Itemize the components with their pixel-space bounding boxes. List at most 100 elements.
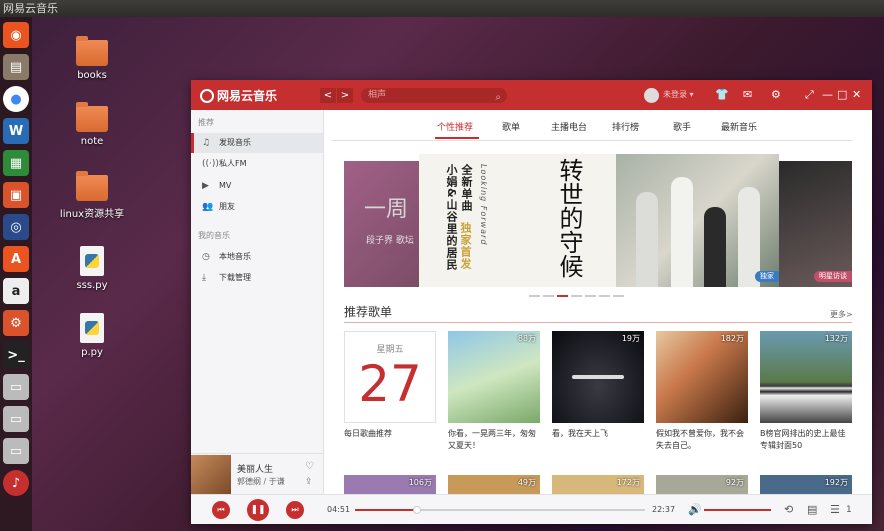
network-icon[interactable]: ◎ — [3, 214, 29, 240]
progress-knob[interactable] — [413, 506, 422, 514]
settings-icon[interactable]: ⚙ — [3, 310, 29, 336]
tab-radio[interactable]: 主播电台 — [551, 120, 587, 133]
playlist-card[interactable]: 19万 看，我在天上飞 — [552, 331, 644, 440]
login-button[interactable]: 未登录 ▾ — [663, 89, 694, 100]
playlist-card-daily[interactable]: 星期五 27 每日歌曲推荐 — [344, 331, 436, 440]
netease-logo-icon — [200, 88, 214, 103]
active-app-title: 网易云音乐 — [3, 2, 58, 15]
minimize-icon[interactable]: — — [822, 88, 833, 101]
impress-icon[interactable]: ▣ — [3, 182, 29, 208]
netease-music-window: 网易云音乐 < > 相声 ⌕ 未登录 ▾ 👕 ✉ ⚙ ⤢ — □ ✕ 推荐 ♫ 发现… — [191, 80, 872, 524]
volume-icon[interactable]: 🔊 — [688, 503, 702, 516]
python-file-icon — [80, 313, 104, 343]
terminal-icon[interactable]: >_ — [3, 342, 29, 368]
mini-mode-icon[interactable]: ⤢ — [805, 88, 814, 102]
tab-artists[interactable]: 歌手 — [673, 120, 691, 133]
skin-icon[interactable]: 👕 — [715, 88, 729, 101]
sidebar-item-friends[interactable]: 👥 朋友 — [191, 197, 323, 217]
drive-icon[interactable]: ▭ — [3, 406, 29, 432]
chrome-icon[interactable]: ● — [3, 86, 29, 112]
back-button[interactable]: < — [320, 88, 336, 103]
tab-personal-recommend[interactable]: 个性推荐 — [437, 120, 473, 133]
previous-icon[interactable]: ⏮ — [212, 501, 230, 519]
heart-icon[interactable]: ♡ — [305, 461, 314, 472]
writer-icon[interactable]: W — [3, 118, 29, 144]
desktop-folder-note[interactable]: note — [57, 102, 127, 147]
sidebar-item-fm[interactable]: ((·)) 私人FM — [191, 154, 323, 174]
headphone-count: 182万 — [720, 334, 744, 343]
banner-song-title: 转世的守候 — [555, 158, 583, 278]
tab-playlists[interactable]: 歌单 — [502, 120, 520, 133]
more-link[interactable]: 更多> — [830, 309, 853, 320]
desktop-folder-books[interactable]: books — [57, 36, 127, 81]
tab-charts[interactable]: 排行榜 — [612, 120, 639, 133]
playlist-card[interactable]: 172万 — [552, 475, 644, 495]
sidebar-item-downloads[interactable]: ⤓ 下载管理 — [191, 268, 323, 288]
loop-icon[interactable]: ⟲ — [784, 503, 793, 516]
playlist-card[interactable]: 182万 假如我不曾爱你，我不会失去自己。 — [656, 331, 748, 452]
album-cover[interactable] — [191, 455, 231, 495]
search-icon[interactable]: ⌕ — [495, 90, 501, 105]
maximize-icon[interactable]: □ — [837, 88, 847, 101]
pause-icon[interactable]: ❚❚ — [247, 499, 269, 521]
sidebar-header-recommend: 推荐 — [198, 118, 214, 127]
desktop-file-p[interactable]: p.py — [57, 313, 127, 358]
app-logo: 网易云音乐 — [200, 87, 277, 104]
playlist-icon[interactable]: ☰ — [830, 503, 840, 516]
calendar-cover[interactable]: 星期五 27 — [344, 331, 436, 423]
progress-bar[interactable] — [355, 506, 645, 514]
playlist-count[interactable]: 1 — [846, 505, 852, 515]
sidebar-header-my-music: 我的音乐 — [198, 231, 230, 240]
music-note-icon: ♫ — [202, 138, 211, 148]
drive-icon[interactable]: ▭ — [3, 374, 29, 400]
lyrics-icon[interactable]: ▤ — [807, 503, 817, 516]
netease-music-icon[interactable]: ♪ — [3, 470, 29, 496]
total-time: 22:37 — [652, 505, 676, 514]
player-bar: ⏮ ❚❚ ⏭ 04:51 22:37 🔊 ⟲ ▤ ☰ 1 — [191, 494, 872, 524]
sidebar-item-mv[interactable]: ▶ MV — [191, 176, 323, 196]
banner-exclusive-text: 独家首发 — [459, 222, 472, 270]
carousel-dots[interactable] — [529, 295, 624, 297]
software-icon[interactable]: A — [3, 246, 29, 272]
launcher: ◉ ▤ ● W ▦ ▣ ◎ A a ⚙ >_ ▭ ▭ ▭ ♪ — [0, 17, 32, 531]
settings-gear-icon[interactable]: ⚙ — [771, 88, 781, 101]
playlist-card[interactable]: 192万 — [760, 475, 852, 495]
share-icon[interactable]: ⇪ — [305, 477, 313, 487]
desktop-folder-linux[interactable]: linux资源共享 — [50, 171, 134, 220]
sidebar-item-local-music[interactable]: ◷ 本地音乐 — [191, 247, 323, 267]
mail-icon[interactable]: ✉ — [743, 88, 752, 101]
sidebar-item-discover[interactable]: ♫ 发现音乐 — [191, 133, 323, 153]
close-icon[interactable]: ✕ — [852, 88, 861, 101]
playlist-cover[interactable]: 88万 — [448, 331, 540, 423]
search-input[interactable]: 相声 ⌕ — [361, 88, 507, 103]
banner-next[interactable]: 明星访谈 — [779, 161, 852, 287]
tab-new-music[interactable]: 最新音乐 — [721, 120, 757, 133]
folder-icon — [76, 171, 108, 201]
forward-button[interactable]: > — [337, 88, 353, 103]
playlist-card[interactable]: 92万 — [656, 475, 748, 495]
banner-main[interactable]: 小娟&山谷里的居民 全新单曲 独家首发 Looking Forward 转世的守… — [419, 154, 779, 287]
ubuntu-icon[interactable]: ◉ — [3, 22, 29, 48]
volume-slider[interactable] — [704, 509, 771, 511]
playlist-cover[interactable]: 19万 — [552, 331, 644, 423]
banner-artist-text: 小娟&山谷里的居民 — [445, 164, 458, 271]
playlist-cover[interactable]: 182万 — [656, 331, 748, 423]
main-content: 个性推荐 歌单 主播电台 排行榜 歌手 最新音乐 一周 段子界 歌坛 明星访谈 小… — [324, 110, 872, 495]
now-playing-mini[interactable]: 美丽人生 郭德纲 / 于谦 ♡ ⇪ — [191, 453, 323, 496]
headphone-count: 19万 — [621, 334, 640, 343]
avatar[interactable] — [644, 88, 659, 103]
desktop-file-sss[interactable]: sss.py — [57, 246, 127, 291]
calc-icon[interactable]: ▦ — [3, 150, 29, 176]
playlist-card[interactable]: 132万 B榜官网排出的史上最佳专辑封面50 — [760, 331, 852, 452]
next-icon[interactable]: ⏭ — [286, 501, 304, 519]
playlist-card[interactable]: 106万 — [344, 475, 436, 495]
progress-fill — [355, 509, 418, 511]
drive-icon[interactable]: ▭ — [3, 438, 29, 464]
amazon-icon[interactable]: a — [3, 278, 29, 304]
playlist-card[interactable]: 88万 你看，一晃两三年，匆匆又夏天！ — [448, 331, 540, 452]
files-icon[interactable]: ▤ — [3, 54, 29, 80]
song-artist[interactable]: 郭德纲 / 于谦 — [237, 476, 285, 487]
playlist-card[interactable]: 49万 — [448, 475, 540, 495]
banner-prev[interactable]: 一周 段子界 歌坛 — [344, 161, 422, 287]
playlist-cover[interactable]: 132万 — [760, 331, 852, 423]
